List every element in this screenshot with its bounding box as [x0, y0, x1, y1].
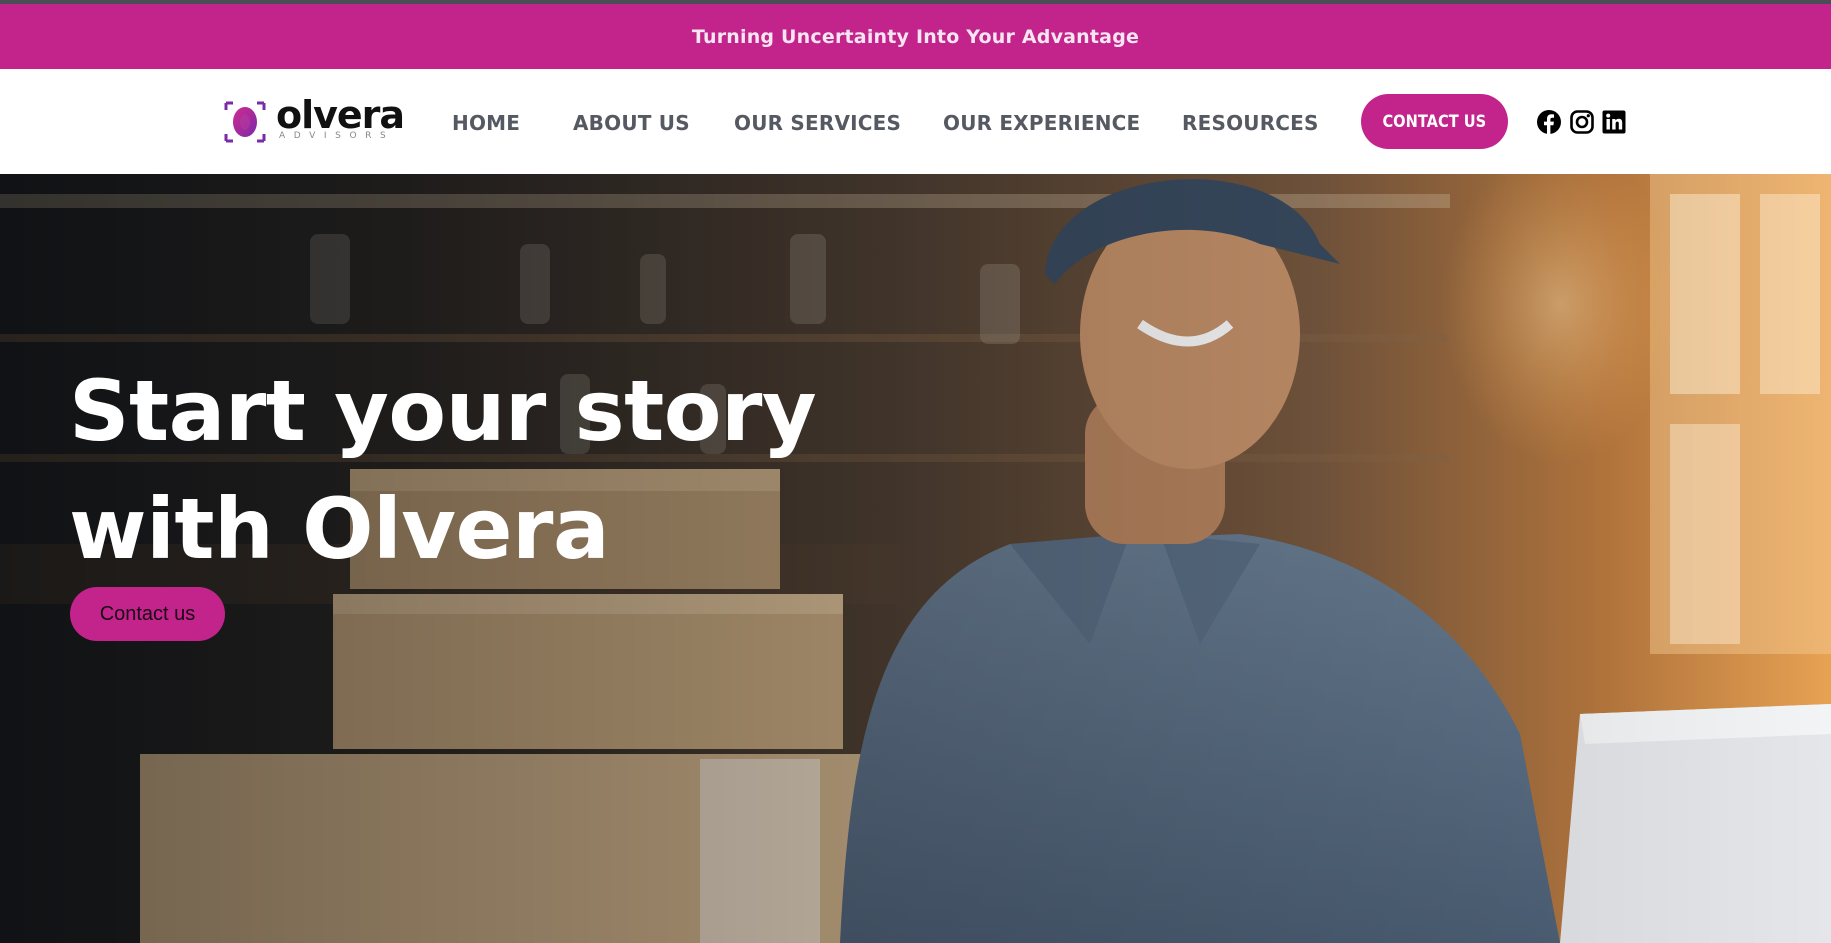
nav-item-home[interactable]: HOME	[452, 111, 520, 135]
hero-title: Start your story with Olvera	[69, 352, 817, 588]
announcement-text: Turning Uncertainty Into Your Advantage	[691, 25, 1140, 48]
nav-item-our-experience[interactable]: OUR EXPERIENCE	[943, 111, 1140, 135]
hero-title-line-2: with Olvera	[69, 480, 610, 578]
contact-us-button[interactable]: CONTACT US	[1361, 94, 1508, 149]
hero-contact-button[interactable]: Contact us	[70, 587, 225, 641]
hero-section: Start your story with Olvera Contact us	[0, 174, 1831, 943]
facebook-icon[interactable]	[1536, 109, 1562, 135]
contact-us-button-label: CONTACT US	[1382, 111, 1487, 132]
logo-mark-icon	[224, 101, 266, 143]
hero-contact-button-label: Contact us	[99, 602, 196, 625]
logo-tagline: ADVISORS	[279, 131, 395, 141]
nav-item-our-services[interactable]: OUR SERVICES	[734, 111, 901, 135]
logo[interactable]: olvera ADVISORS	[224, 93, 406, 144]
instagram-icon[interactable]	[1569, 109, 1595, 135]
hero-title-line-1: Start your story	[69, 362, 817, 460]
linkedin-icon[interactable]	[1601, 109, 1627, 135]
nav-item-resources[interactable]: RESOURCES	[1182, 111, 1319, 135]
nav-item-about-us[interactable]: ABOUT US	[573, 111, 690, 135]
site-header: olvera ADVISORS HOME ABOUT US OUR SERVIC…	[0, 69, 1831, 174]
announcement-bar: Turning Uncertainty Into Your Advantage	[0, 4, 1831, 69]
